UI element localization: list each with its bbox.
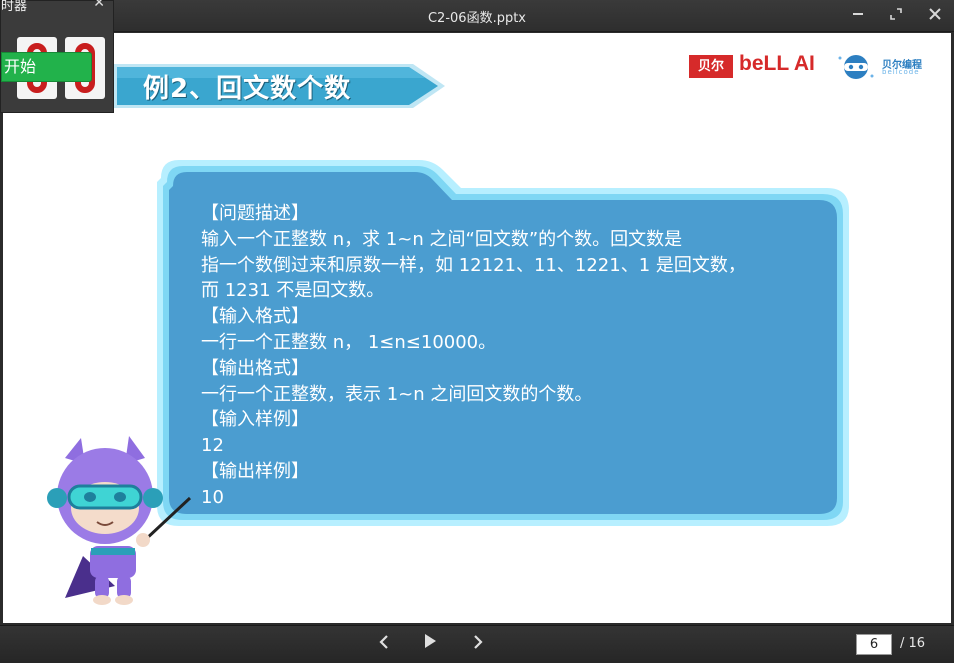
section-heading-sample-input: 【输入样例】 — [201, 409, 309, 431]
minimize-icon[interactable] — [845, 4, 871, 28]
bell-logo-word: beLL AI — [739, 52, 815, 75]
problem-line-3: 而 1231 不是回文数。 — [201, 280, 385, 302]
timer-close-icon[interactable]: ✕ — [93, 0, 105, 11]
play-icon[interactable] — [408, 631, 452, 659]
window-title: C2-06函数.pptx — [427, 11, 526, 26]
close-icon[interactable] — [922, 4, 948, 28]
total-pages-label: / 16 — [900, 636, 926, 651]
slideshow-toolbar: 6 / 16 — [0, 625, 954, 663]
section-heading-input: 【输入格式】 — [201, 306, 309, 328]
section-heading-sample-output: 【输出样例】 — [201, 460, 309, 482]
bellcode-mascot-icon — [838, 55, 874, 79]
start-button[interactable]: 开始 — [1, 52, 92, 82]
bell-logo-box: 贝尔 — [689, 55, 733, 78]
problem-text: 【问题描述】 输入一个正整数 n，求 1~n 之间“回文数”的个数。回文数是 指… — [201, 201, 841, 511]
problem-line-2: 指一个数倒过来和原数一样，如 12121、11、1221、1 是回文数， — [201, 254, 746, 276]
previous-slide-icon[interactable] — [362, 631, 406, 659]
slide-heading: 例2、回文数个数 — [143, 74, 352, 104]
sample-output-value: 10 — [201, 486, 224, 508]
problem-line-1: 输入一个正整数 n，求 1~n 之间“回文数”的个数。回文数是 — [201, 228, 683, 250]
mascot-illustration — [47, 436, 192, 605]
section-heading-problem: 【问题描述】 — [201, 203, 309, 224]
sample-input-value: 12 — [201, 435, 224, 457]
heading-banner: 例2、回文数个数 — [113, 60, 448, 112]
input-format-line: 一行一个正整数 n， 1≤n≤10000。 — [201, 331, 497, 353]
timer-panel: 时器 ✕ 开始 — [0, 0, 114, 113]
current-page-input[interactable]: 6 — [856, 634, 892, 655]
window-titlebar: C2-06函数.pptx — [0, 0, 954, 32]
next-slide-icon[interactable] — [456, 631, 500, 659]
output-format-line: 一行一个正整数，表示 1~n 之间回文数的个数。 — [201, 383, 593, 405]
section-heading-output: 【输出格式】 — [201, 357, 309, 379]
slide-canvas: 例2、回文数个数 贝尔 beLL AI 贝尔编程 bellcode 【问题描述】… — [3, 33, 951, 623]
bellcode-logo-en: bellcode — [882, 68, 920, 76]
expand-icon[interactable] — [883, 4, 909, 28]
timer-panel-title: 时器 — [1, 0, 28, 14]
bellcode-logo: 贝尔编程 bellcode — [836, 52, 932, 82]
